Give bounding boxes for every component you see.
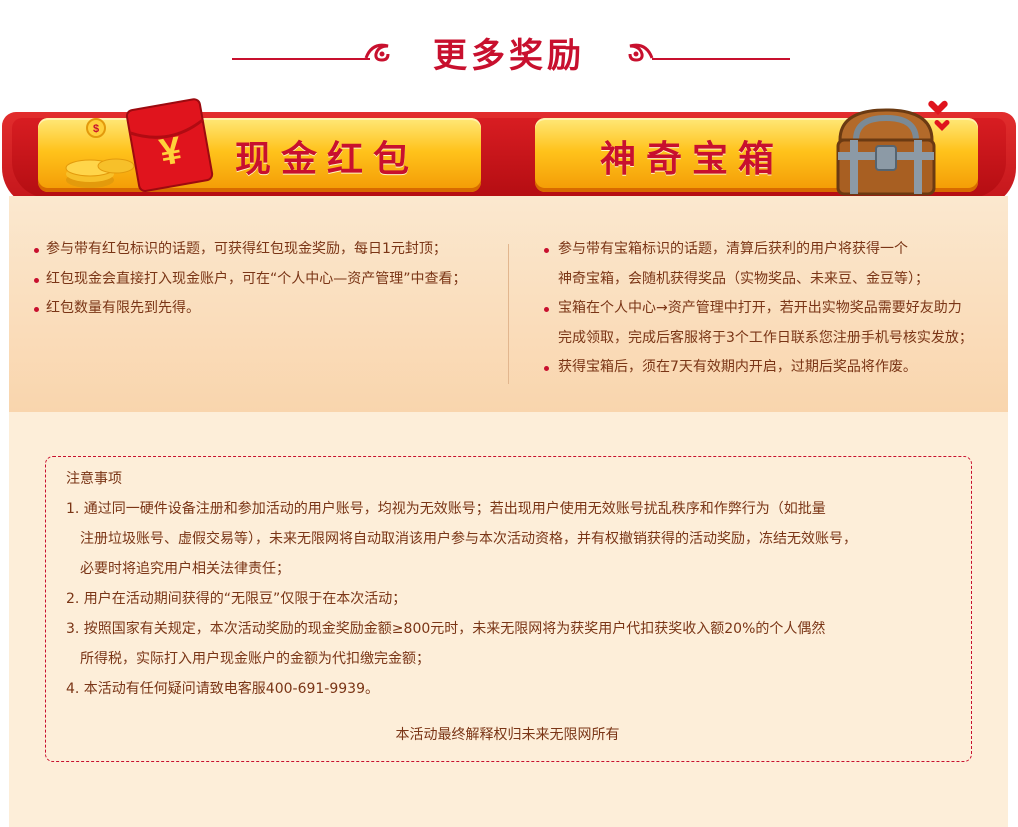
notice-footer: 本活动最终解释权归未来无限网所有 [395,727,620,743]
cash-rules-list: 参与带有红包标识的话题，可获得红包现金奖励，每日1元封顶； 红包现金会直接打入现… [34,235,504,324]
list-item-line: 获得宝箱后，须在7天有效期内开启，过期后奖品将作废。 [558,359,917,375]
red-packet-coins-icon: $ ¥ [65,98,214,192]
notice-line: 2. 用户在活动期间获得的“无限豆”仅限于在本次活动； [66,591,407,607]
notice-line: 必要时将追究用户相关法律责任； [80,561,290,577]
notice-list: 1. 通过同一硬件设备注册和参加活动的用户账号，均视为无效账号；若出现用户使用无… [66,494,956,704]
chest-rules-list: 参与带有宝箱标识的话题，清算后获利的用户将获得一个 神奇宝箱，会随机获得奖品（实… [544,235,984,383]
title-divider-right [652,58,790,60]
notice-line: 注册垃圾账号、虚假交易等），未来无限网将自动取消该用户参与本次活动资格，并有权撤… [80,531,857,547]
list-item: 参与带有红包标识的话题，可获得红包现金奖励，每日1元封顶； [34,235,504,265]
swirl-ornament-icon [628,43,654,62]
list-item: 红包数量有限先到先得。 [34,294,504,324]
notice-item: 4. 本活动有任何疑问请致电客服400-691-9939。 [66,674,956,704]
notice-item: 1. 通过同一硬件设备注册和参加活动的用户账号，均视为无效账号；若出现用户使用无… [66,494,956,584]
notice-line: 所得税，实际打入用户现金账户的金额为代扣缴完金额； [80,651,430,667]
tab-chest-label: 神奇宝箱 [600,139,785,180]
notice-item: 2. 用户在活动期间获得的“无限豆”仅限于在本次活动； [66,584,956,614]
treasure-chest-icon [836,100,950,196]
notice-item: 3. 按照国家有关规定，本次活动奖励的现金奖励金额≥800元时，未来无限网将为获… [66,614,956,674]
section-header: 更多奖励 [0,0,1018,104]
notice-line: 1. 通过同一硬件设备注册和参加活动的用户账号，均视为无效账号；若出现用户使用无… [66,501,826,517]
tab-cash-label: 现金红包 [235,139,420,180]
page-title: 更多奖励 [433,36,585,76]
notice-line: 4. 本活动有任何疑问请致电客服400-691-9939。 [66,681,379,697]
column-divider [508,244,509,384]
notice-line: 3. 按照国家有关规定，本次活动奖励的现金奖励金额≥800元时，未来无限网将为获… [66,621,826,637]
list-item-line: 完成领取，完成后客服将于3个工作日联系您注册手机号核实发放； [558,329,973,346]
list-item-line: 神奇宝箱，会随机获得奖品（实物奖品、未来豆、金豆等）； [558,270,929,287]
notice-title: 注意事项 [66,471,122,487]
list-item-line: 参与带有宝箱标识的话题，清算后获利的用户将获得一个 [558,241,908,257]
list-item: 参与带有宝箱标识的话题，清算后获利的用户将获得一个 神奇宝箱，会随机获得奖品（实… [544,235,984,294]
list-item: 宝箱在个人中心→资产管理中打开，若开出实物奖品需要好友助力 完成领取，完成后客服… [544,294,984,353]
list-item-line: 宝箱在个人中心→资产管理中打开，若开出实物奖品需要好友助力 [558,300,962,316]
list-item: 红包现金会直接打入现金账户，可在“个人中心—资产管理”中查看； [34,265,504,295]
svg-text:$: $ [93,123,99,135]
list-item: 获得宝箱后，须在7天有效期内开启，过期后奖品将作废。 [544,353,984,383]
